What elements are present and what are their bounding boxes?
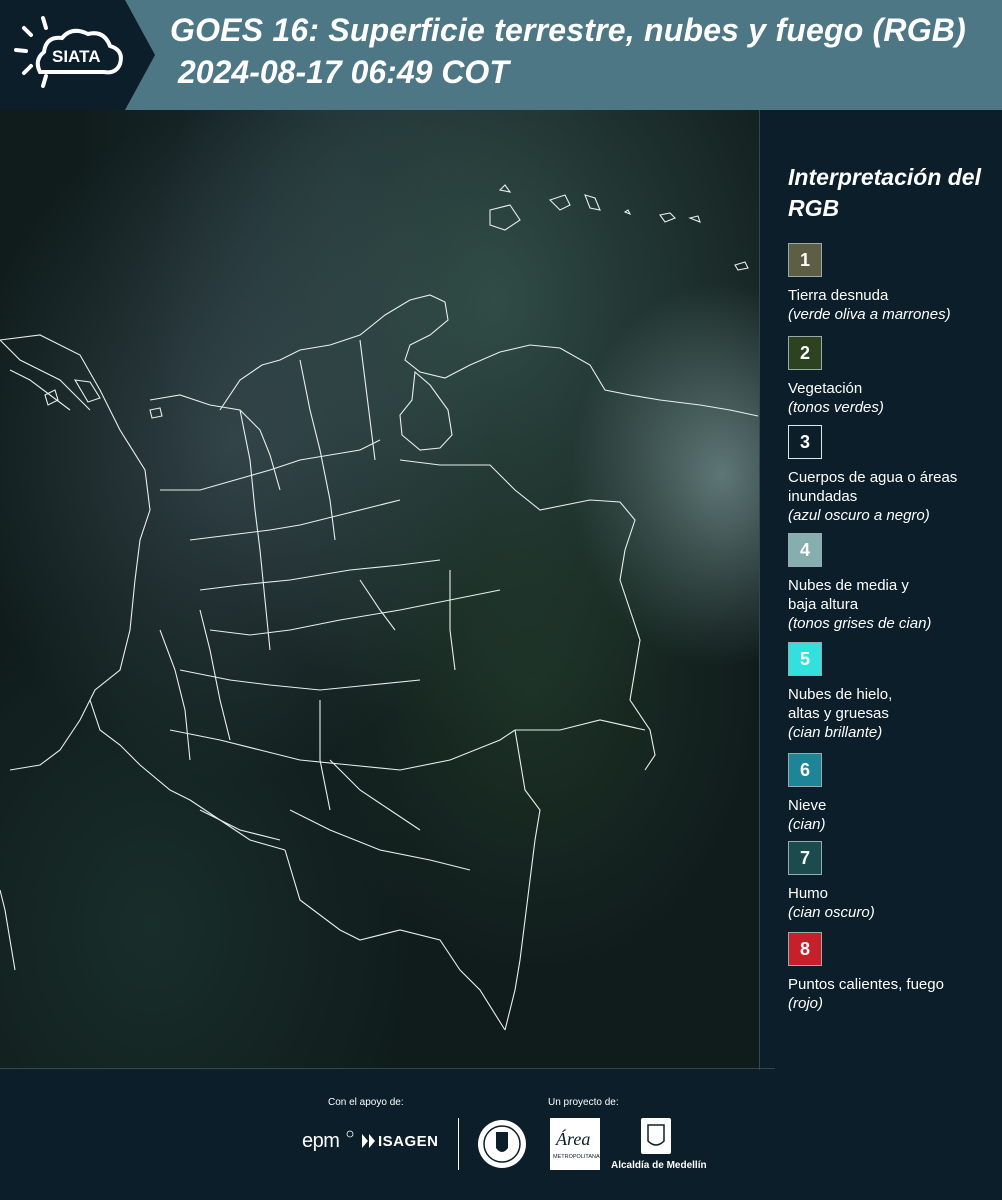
legend-label: Cuerpos de agua o áreas inundadas [788,469,958,505]
legend-swatch: 3 [788,425,822,459]
header-bar: SIATA GOES 16: Superficie terrestre, nub… [0,0,1002,110]
legend-label: Puntos calientes, fuego [788,976,944,993]
legend-swatch: 1 [788,243,822,277]
footer-divider-line [0,1068,775,1069]
legend-sub: (cian oscuro) [788,904,875,921]
legend-item-6: 6 Nieve (cian) [788,753,998,834]
legend-sub: (tonos verdes) [788,399,884,416]
legend-sub: (rojo) [788,995,824,1012]
logo-text: SIATA [52,47,100,66]
timestamp: 2024-08-17 06:49 COT [178,54,509,90]
legend-label: Nieve [788,797,827,814]
footer: Con el apoyo de: Un proyecto de: epm ISA… [0,1068,1002,1200]
map-canvas [0,110,759,1070]
isagen-mark-icon [362,1134,375,1148]
alcaldia-label: Alcaldía de Medellín [611,1160,707,1171]
page-title: GOES 16: Superficie terrestre, nubes y f… [170,12,966,48]
legend-swatch: 4 [788,533,822,567]
legend-item-8: 8 Puntos calientes, fuego (rojo) [788,932,998,1013]
legend-swatch: 6 [788,753,822,787]
legend-swatch: 5 [788,642,822,676]
legend-label: Tierra desnuda [788,287,889,304]
legend-swatch: 2 [788,336,822,370]
legend-label: Humo [788,885,829,902]
alcaldia-crest-icon [641,1118,671,1154]
support-label: Con el apoyo de: [328,1097,404,1108]
legend-item-4: 4 Nubes de media y baja altura (tonos gr… [788,533,998,633]
epm-logo: epm [302,1130,340,1152]
medellin-seal-icon [478,1120,526,1168]
legend-sub: (tonos grises de cian) [788,615,932,632]
legend-item-7: 7 Humo (cian oscuro) [788,841,998,922]
registered-icon [346,1130,354,1138]
legend-swatch: 8 [788,932,822,966]
svg-text:METROPOLITANA: METROPOLITANA [553,1154,600,1160]
legend-item-2: 2 Vegetación (tonos verdes) [788,336,998,417]
legend-sub: (cian brillante) [788,724,883,741]
siata-logo: SIATA [0,0,155,110]
satellite-map [0,110,760,1070]
svg-text:Área: Área [555,1128,590,1149]
legend-item-5: 5 Nubes de hielo, altas y gruesas (cian … [788,642,998,742]
legend-swatch: 7 [788,841,822,875]
project-label: Un proyecto de: [548,1097,619,1108]
legend-sub: (azul oscuro a negro) [788,507,930,524]
rgb-legend: Interpretación del RGB 1 Tierra desnuda … [760,110,1002,1070]
legend-label: Nubes de media y baja altura [788,577,909,613]
legend-title: Interpretación del RGB [788,164,981,221]
legend-label: Nubes de hielo, altas y gruesas [788,686,893,722]
legend-item-1: 1 Tierra desnuda (verde oliva a marrones… [788,243,998,324]
legend-label: Vegetación [788,380,863,397]
isagen-logo: ISAGEN [378,1133,439,1150]
footer-separator [458,1118,459,1170]
legend-sub: (cian) [788,816,826,833]
area-metropolitana-logo: Área METROPOLITANA [550,1118,600,1170]
legend-item-3: 3 Cuerpos de agua o áreas inundadas (azu… [788,425,998,525]
legend-sub: (verde oliva a marrones) [788,306,951,323]
